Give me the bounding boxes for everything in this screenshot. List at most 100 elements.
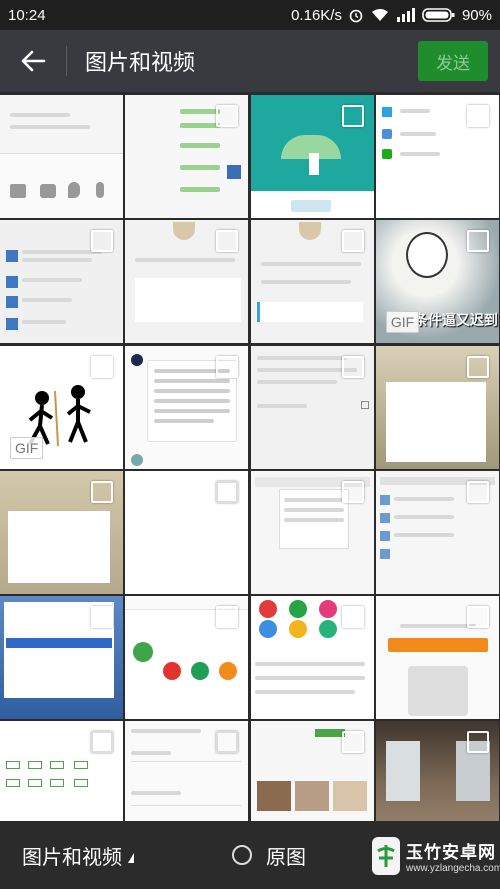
media-thumbnail[interactable]	[250, 345, 374, 469]
app-icon	[163, 662, 182, 681]
gif-badge: GIF	[10, 436, 44, 459]
media-thumbnail[interactable]	[0, 470, 123, 594]
select-checkbox[interactable]	[216, 355, 239, 378]
thumb-line	[260, 262, 361, 267]
select-checkbox[interactable]	[341, 230, 364, 253]
thumb-line	[254, 690, 355, 695]
thumb-line	[180, 123, 221, 128]
media-thumbnail[interactable]	[0, 721, 123, 821]
tag-chip	[6, 779, 20, 788]
camera-icon	[40, 184, 56, 198]
thumb-line	[393, 532, 454, 537]
send-button[interactable]: 发送	[418, 41, 488, 81]
select-checkbox[interactable]	[341, 606, 364, 629]
phone-mockup	[407, 666, 468, 717]
select-checkbox[interactable]	[466, 230, 489, 253]
media-thumbnail[interactable]	[125, 721, 249, 821]
thumb-line	[254, 676, 365, 681]
media-thumbnail[interactable]	[125, 470, 249, 594]
select-checkbox[interactable]	[216, 230, 239, 253]
meme-caption: 条件逼又迟到	[413, 312, 498, 329]
select-checkbox[interactable]	[216, 731, 239, 754]
original-label: 原图	[266, 846, 306, 869]
media-thumbnail[interactable]	[250, 596, 374, 720]
select-checkbox[interactable]	[466, 606, 489, 629]
signal-icon	[396, 8, 415, 22]
original-radio-icon[interactable]	[232, 845, 252, 865]
thumb-line	[131, 791, 182, 796]
thumb-line	[180, 143, 221, 148]
avatar	[6, 318, 18, 331]
thumb-line	[22, 278, 82, 283]
thumb-line	[256, 403, 307, 408]
thumb-line	[154, 398, 231, 403]
media-thumbnail[interactable]	[375, 95, 499, 218]
media-thumbnail[interactable]	[0, 220, 123, 344]
file-icon	[379, 530, 390, 541]
select-checkbox[interactable]	[91, 731, 113, 754]
media-thumbnail[interactable]	[250, 220, 374, 344]
app-icon	[258, 620, 277, 639]
toolbar-area	[0, 153, 123, 218]
thumb-line	[393, 514, 454, 519]
tag-chip	[314, 729, 345, 738]
media-thumbnail[interactable]	[125, 345, 249, 469]
select-checkbox[interactable]	[466, 731, 489, 754]
select-checkbox[interactable]	[216, 480, 239, 503]
select-checkbox[interactable]	[466, 105, 489, 127]
select-checkbox[interactable]	[466, 480, 489, 503]
location-icon	[68, 182, 80, 198]
app-icon	[318, 600, 337, 619]
original-toggle[interactable]: 原图	[232, 841, 306, 870]
thumb-line	[393, 496, 454, 501]
illustration-button	[290, 200, 331, 212]
document-window	[278, 488, 349, 549]
furniture-photo	[294, 781, 329, 812]
avatar	[6, 250, 18, 263]
thumb-line	[180, 109, 221, 114]
media-thumbnail[interactable]	[125, 220, 249, 344]
thumb-line	[254, 662, 365, 667]
select-checkbox[interactable]	[341, 105, 364, 127]
media-thumbnail[interactable]: 条件逼又迟到 GIF	[375, 220, 499, 344]
select-checkbox[interactable]	[341, 480, 364, 503]
media-thumbnail[interactable]	[250, 470, 374, 594]
media-thumbnail[interactable]	[250, 721, 374, 821]
search-icon	[381, 129, 392, 139]
thumb-line	[154, 408, 231, 413]
app-icon	[288, 620, 307, 639]
thumb-line	[180, 187, 221, 192]
select-checkbox[interactable]	[216, 105, 239, 127]
watermark-text: 玉竹安卓网 www.yzlangecha.com	[406, 838, 500, 874]
select-checkbox[interactable]	[341, 355, 364, 378]
file-icon	[379, 548, 390, 559]
media-thumbnail[interactable]	[375, 596, 499, 720]
dropdown-triangle-icon	[128, 853, 134, 863]
file-icon	[379, 494, 390, 505]
back-button[interactable]	[0, 30, 66, 92]
media-thumbnail[interactable]	[0, 596, 123, 720]
media-thumbnail[interactable]: GIF	[0, 345, 123, 469]
select-checkbox[interactable]	[216, 606, 239, 629]
select-checkbox[interactable]	[341, 731, 364, 754]
image-icon	[10, 184, 26, 198]
avatar	[131, 453, 144, 466]
select-checkbox[interactable]	[91, 355, 113, 378]
select-checkbox[interactable]	[91, 606, 113, 629]
form-divider	[131, 761, 242, 763]
media-thumbnail[interactable]	[375, 470, 499, 594]
avatar	[227, 165, 242, 179]
album-selector[interactable]: 图片和视频	[22, 841, 134, 870]
media-thumbnail[interactable]	[250, 95, 374, 218]
media-thumbnail[interactable]	[0, 95, 123, 218]
chat-icon	[381, 149, 392, 159]
media-thumbnail[interactable]	[125, 95, 249, 218]
select-checkbox[interactable]	[91, 480, 113, 503]
select-checkbox[interactable]	[91, 230, 113, 253]
media-thumbnail[interactable]	[125, 596, 249, 720]
media-thumbnail[interactable]	[375, 345, 499, 469]
select-checkbox[interactable]	[466, 355, 489, 378]
thumb-line	[283, 517, 344, 522]
media-thumbnail[interactable]	[375, 721, 499, 821]
redacted-block	[135, 278, 242, 323]
